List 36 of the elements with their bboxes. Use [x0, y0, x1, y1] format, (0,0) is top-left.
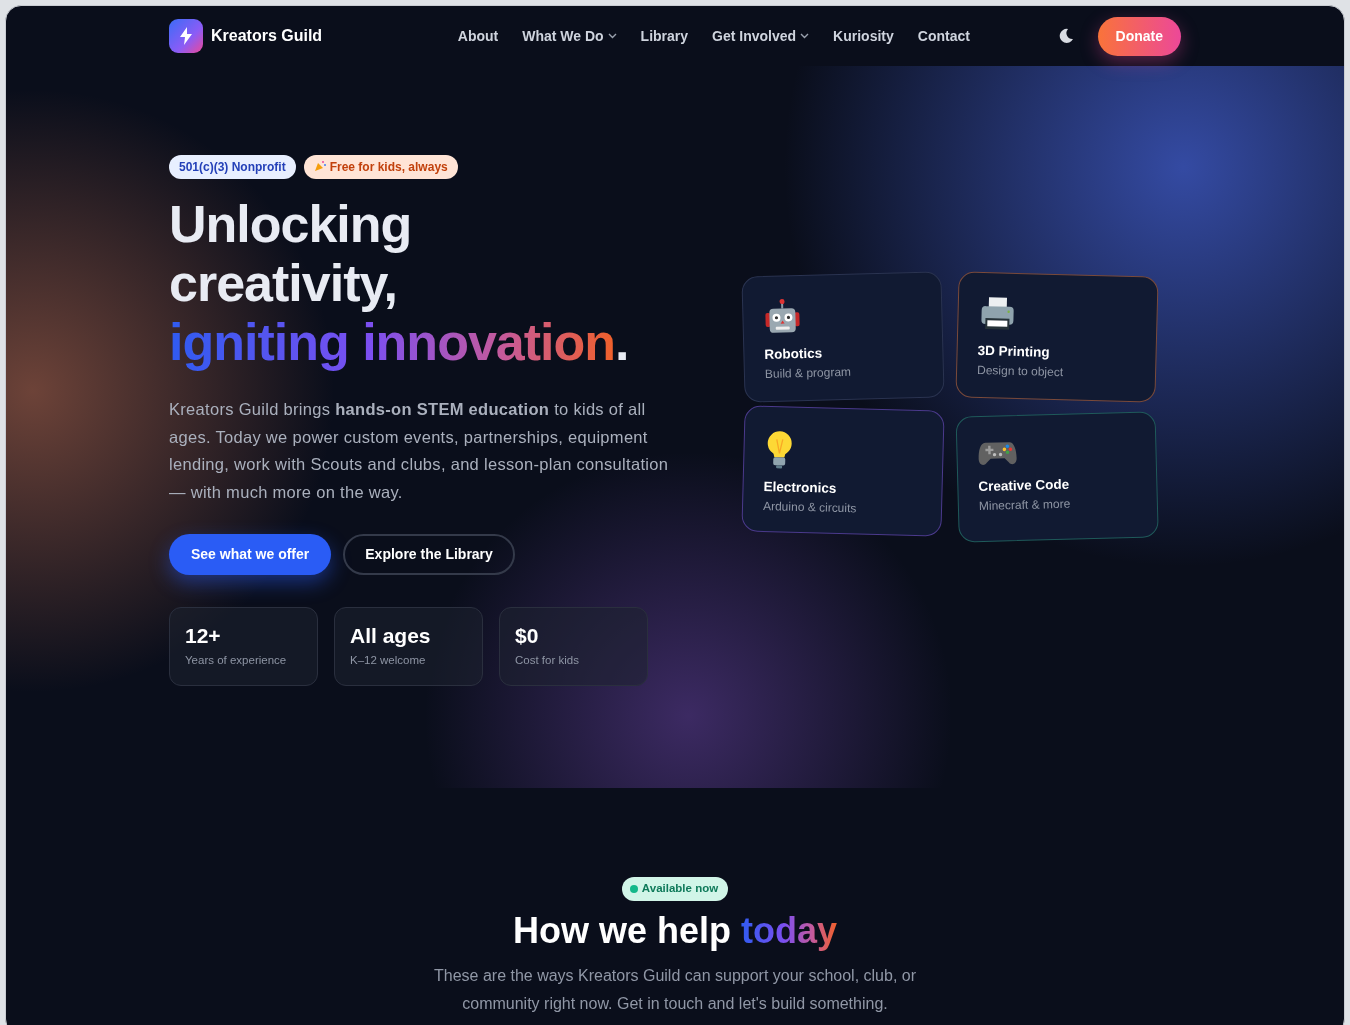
feature-title: Creative Code	[978, 475, 1071, 497]
hero-headline: Unlocking creativity, igniting innovation.	[169, 195, 630, 372]
section-heading: How we help today	[511, 908, 839, 952]
stat-label: Cost for kids	[515, 653, 580, 668]
party-icon	[313, 160, 326, 172]
badge: Free for kids, always	[303, 155, 458, 179]
stat-value: $0	[515, 624, 540, 648]
feature-subtitle: Arduino & circuits	[762, 498, 858, 518]
badge: 501(c)(3) Nonprofit	[169, 155, 296, 179]
feature-subtitle: Design to object	[976, 362, 1065, 382]
availability-badge: Available now	[621, 877, 729, 901]
nav-link[interactable]: What We Do	[522, 25, 617, 47]
stat-label: K–12 welcome	[350, 653, 427, 668]
caret-icon	[607, 33, 617, 39]
nav-link[interactable]: Contact	[917, 25, 970, 47]
feature-title: Electronics	[763, 477, 838, 498]
theme-toggle-button[interactable]	[1057, 28, 1074, 44]
feature-title: Robotics	[764, 344, 824, 365]
library-button[interactable]: Explore the Library	[343, 534, 515, 575]
feature-subtitle: Build & program	[764, 364, 853, 384]
section-description: These are the ways Kreators Guild can support your school, club, or community right now. Get in touch and let's build something.	[433, 965, 917, 1014]
stat-value: All ages	[350, 624, 432, 648]
status-dot	[629, 885, 638, 893]
feature-title: 3D Printing	[977, 341, 1051, 362]
brand-name[interactable]: Kreators Guild	[211, 24, 323, 48]
nav-link[interactable]: Get Involved	[712, 25, 810, 47]
offer-button[interactable]: See what we offer	[169, 534, 332, 575]
feature-subtitle: Minecraft & more	[978, 495, 1072, 516]
stat-value: 12+	[185, 624, 222, 648]
nav-link[interactable]: Kuriosity	[833, 25, 894, 47]
nav-link[interactable]: About	[457, 25, 499, 47]
stat-label: Years of experience	[185, 653, 288, 668]
bolt-logo-icon[interactable]	[169, 19, 203, 53]
caret-icon	[800, 33, 810, 39]
intro-paragraph: Kreators Guild brings hands-on STEM education to kids of all ages. Today we power custom events, partnerships, equipment lending, work with Scouts and clubs, and lesson-plan consultation — with much more on the way.	[169, 399, 669, 503]
nav-link[interactable]: Library	[640, 25, 689, 47]
